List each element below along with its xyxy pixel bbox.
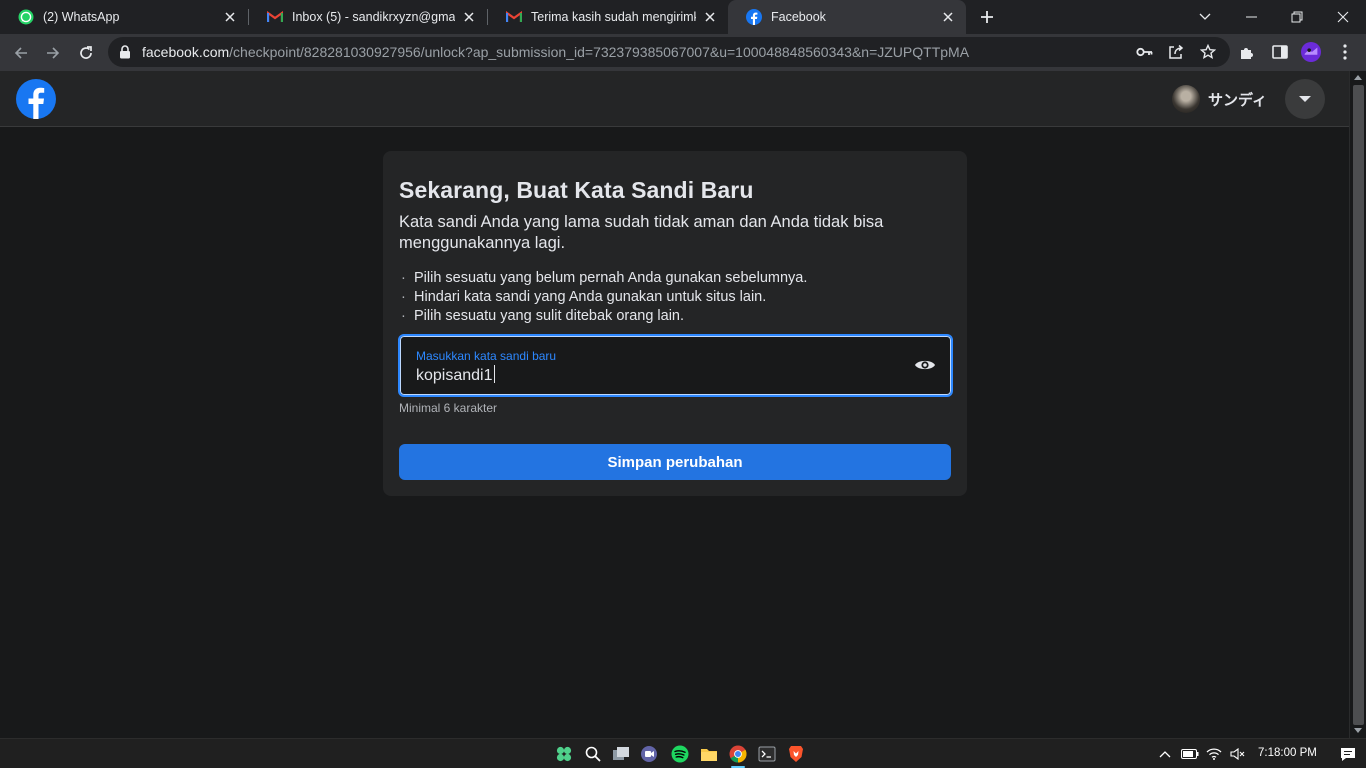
- gmail-icon: [506, 9, 522, 25]
- speaker-muted-icon[interactable]: [1229, 745, 1247, 763]
- lock-icon[interactable]: [119, 45, 131, 64]
- close-tab-icon[interactable]: [702, 9, 718, 25]
- facebook-icon: [746, 9, 762, 25]
- forward-icon[interactable]: [40, 40, 66, 66]
- side-panel-icon[interactable]: [1270, 42, 1290, 62]
- close-tab-icon[interactable]: [461, 9, 477, 25]
- spotify-icon[interactable]: [669, 743, 691, 765]
- bookmark-star-icon[interactable]: [1199, 43, 1217, 61]
- account-menu-button[interactable]: [1285, 79, 1325, 119]
- file-explorer-icon[interactable]: [698, 743, 720, 765]
- whatsapp-icon: [18, 9, 34, 25]
- tab-title: Inbox (5) - sandikrxyzn@gmail.co: [292, 10, 455, 24]
- address-bar[interactable]: facebook.com/checkpoint/828281030927956/…: [108, 37, 1230, 67]
- start-clover-icon[interactable]: [553, 743, 575, 765]
- show-password-eye-icon[interactable]: [913, 356, 937, 374]
- back-icon[interactable]: [8, 40, 34, 66]
- password-field-label: Masukkan kata sandi baru: [416, 349, 557, 363]
- profile-avatar-icon[interactable]: [1301, 42, 1321, 62]
- url-host: facebook.com: [142, 44, 230, 60]
- restore-icon[interactable]: [1274, 0, 1320, 34]
- url-path: /checkpoint/828281030927956/unlock?ap_su…: [229, 44, 970, 60]
- key-icon[interactable]: [1135, 43, 1153, 61]
- windows-taskbar: 7:18:00 PM: [0, 738, 1366, 768]
- tab-search-icon[interactable]: [1182, 0, 1228, 34]
- scroll-up-icon[interactable]: [1354, 75, 1362, 80]
- chevron-up-icon[interactable]: [1156, 745, 1174, 763]
- facebook-logo[interactable]: [16, 79, 56, 119]
- tab-whatsapp[interactable]: (2) WhatsApp: [0, 0, 248, 34]
- text-cursor: [493, 365, 495, 383]
- tab-gmail-thanks[interactable]: Terima kasih sudah mengirimkan: [488, 0, 728, 34]
- tab-title: Facebook: [771, 10, 826, 24]
- search-icon[interactable]: [582, 743, 604, 765]
- reload-icon[interactable]: [73, 40, 99, 66]
- card-title: Sekarang, Buat Kata Sandi Baru: [399, 177, 754, 203]
- tip-item: Pilih sesuatu yang belum pernah Anda gun…: [399, 269, 807, 288]
- tab-title: (2) WhatsApp: [43, 10, 120, 24]
- share-icon[interactable]: [1167, 43, 1185, 61]
- browser-toolbar: facebook.com/checkpoint/828281030927956/…: [0, 34, 1366, 71]
- url-text[interactable]: facebook.com/checkpoint/828281030927956/…: [142, 44, 969, 60]
- new-password-card: Sekarang, Buat Kata Sandi Baru Kata sand…: [383, 151, 967, 496]
- tip-item: Pilih sesuatu yang sulit ditebak orang l…: [399, 307, 807, 326]
- close-tab-icon[interactable]: [222, 9, 238, 25]
- password-hint: Minimal 6 karakter: [399, 401, 498, 415]
- password-input[interactable]: kopisandi1: [416, 365, 896, 385]
- brave-icon[interactable]: [785, 743, 807, 765]
- profile-shortcut[interactable]: サンディ: [1168, 82, 1277, 116]
- scroll-down-icon[interactable]: [1354, 728, 1362, 733]
- page-scrollbar[interactable]: [1349, 71, 1366, 738]
- profile-name: サンディ: [1208, 91, 1267, 109]
- tab-facebook[interactable]: Facebook: [728, 0, 966, 34]
- gmail-icon: [267, 9, 283, 25]
- chrome-icon[interactable]: [727, 743, 749, 765]
- facebook-header: サンディ: [0, 71, 1349, 127]
- card-subtitle: Kata sandi Anda yang lama sudah tidak am…: [399, 213, 884, 252]
- save-changes-button[interactable]: Simpan perubahan: [399, 444, 951, 480]
- password-tips: Pilih sesuatu yang belum pernah Anda gun…: [399, 269, 807, 326]
- tab-gmail-inbox[interactable]: Inbox (5) - sandikrxyzn@gmail.co: [249, 0, 487, 34]
- new-tab-button[interactable]: [977, 7, 997, 27]
- password-value: kopisandi1: [416, 367, 493, 384]
- minimize-icon[interactable]: [1228, 0, 1274, 34]
- caret-down-icon: [1298, 90, 1312, 108]
- close-tab-icon[interactable]: [940, 9, 956, 25]
- wifi-icon[interactable]: [1205, 745, 1223, 763]
- notification-icon[interactable]: [1339, 745, 1357, 763]
- taskbar-clock[interactable]: 7:18:00 PM: [1258, 747, 1317, 759]
- page-content: サンディ Sekarang, Buat Kata Sandi Baru Kata…: [0, 71, 1349, 738]
- task-view-icon[interactable]: [610, 743, 632, 765]
- avatar: [1172, 85, 1200, 113]
- tab-title: Terima kasih sudah mengirimkan: [531, 10, 696, 24]
- scrollbar-thumb[interactable]: [1353, 85, 1364, 725]
- battery-icon[interactable]: [1181, 745, 1199, 763]
- browser-tab-strip: (2) WhatsApp Inbox (5) - sandikrxyzn@gma…: [0, 0, 1366, 34]
- extensions-icon[interactable]: [1237, 42, 1257, 62]
- new-password-field[interactable]: Masukkan kata sandi baru kopisandi1: [398, 334, 953, 397]
- close-window-icon[interactable]: [1320, 0, 1366, 34]
- teams-chat-icon[interactable]: [638, 743, 660, 765]
- browser-menu-icon[interactable]: [1335, 42, 1355, 62]
- terminal-icon[interactable]: [756, 743, 778, 765]
- tip-item: Hindari kata sandi yang Anda gunakan unt…: [399, 288, 807, 307]
